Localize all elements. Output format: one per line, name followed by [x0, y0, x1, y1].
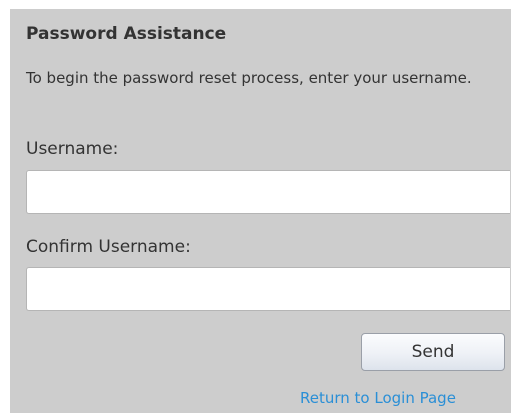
password-assistance-panel: Password Assistance To begin the passwor… [10, 9, 511, 413]
username-input[interactable] [26, 170, 510, 214]
instructions-text: To begin the password reset process, ent… [26, 69, 472, 87]
send-button[interactable]: Send [361, 333, 505, 371]
page-title: Password Assistance [26, 24, 227, 44]
confirm-username-input[interactable] [26, 267, 510, 311]
username-label: Username: [26, 139, 119, 159]
confirm-username-label: Confirm Username: [26, 237, 191, 257]
return-to-login-link[interactable]: Return to Login Page [300, 389, 456, 407]
